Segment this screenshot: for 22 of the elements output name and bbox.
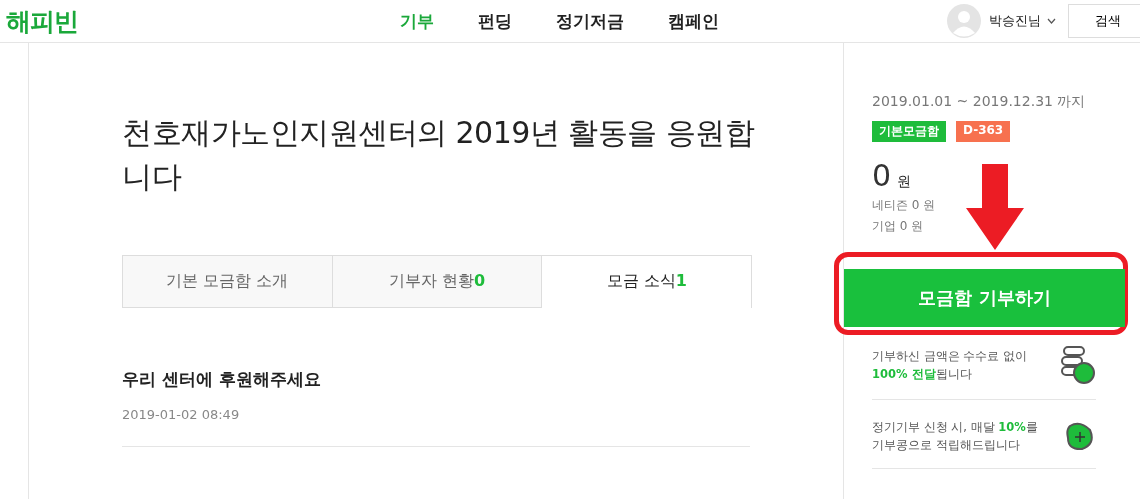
nav-tab[interactable]: 펀딩 [478,9,512,33]
amount: 0 [872,158,892,193]
info-text: 기부하신 금액은 수수료 없이 100% 전달됩니다 [872,348,1028,383]
tag: D-363 [956,121,1011,142]
breakdown-text: 네티즌 0 원 [872,197,937,214]
nav-tab[interactable]: 캠페인 [668,9,719,33]
page-title: 천호재가노인지원센터의 2019년 활동을 응원합니다 [122,114,756,196]
nav-tab[interactable]: 정기저금 [556,9,624,33]
info-text: 정기기부 신청 시, 매달 10%를 기부콩으로 적립해드립니다 [872,419,1039,454]
user-menu[interactable]: 박승진님 [989,12,1041,30]
amount-unit: 원 [897,173,912,191]
caret-icon[interactable] [1047,18,1056,24]
tab[interactable]: 기부자 현황0 [332,256,543,308]
search-button[interactable]: 검색 [1068,4,1140,38]
tab[interactable]: 기본 모금함 소개 [123,256,333,308]
post-date: 2019-01-02 08:49 [122,407,241,422]
bean-plus-icon [1064,420,1096,452]
breakdown-text: 기업 0 원 [872,218,925,235]
post-title[interactable]: 우리 센터에 후원해주세요 [122,368,843,391]
coins-icon [1060,345,1096,385]
tag: 기본모금함 [872,121,946,142]
period-text: 2019.01.01 ~ 2019.12.31 까지 [872,93,1087,111]
